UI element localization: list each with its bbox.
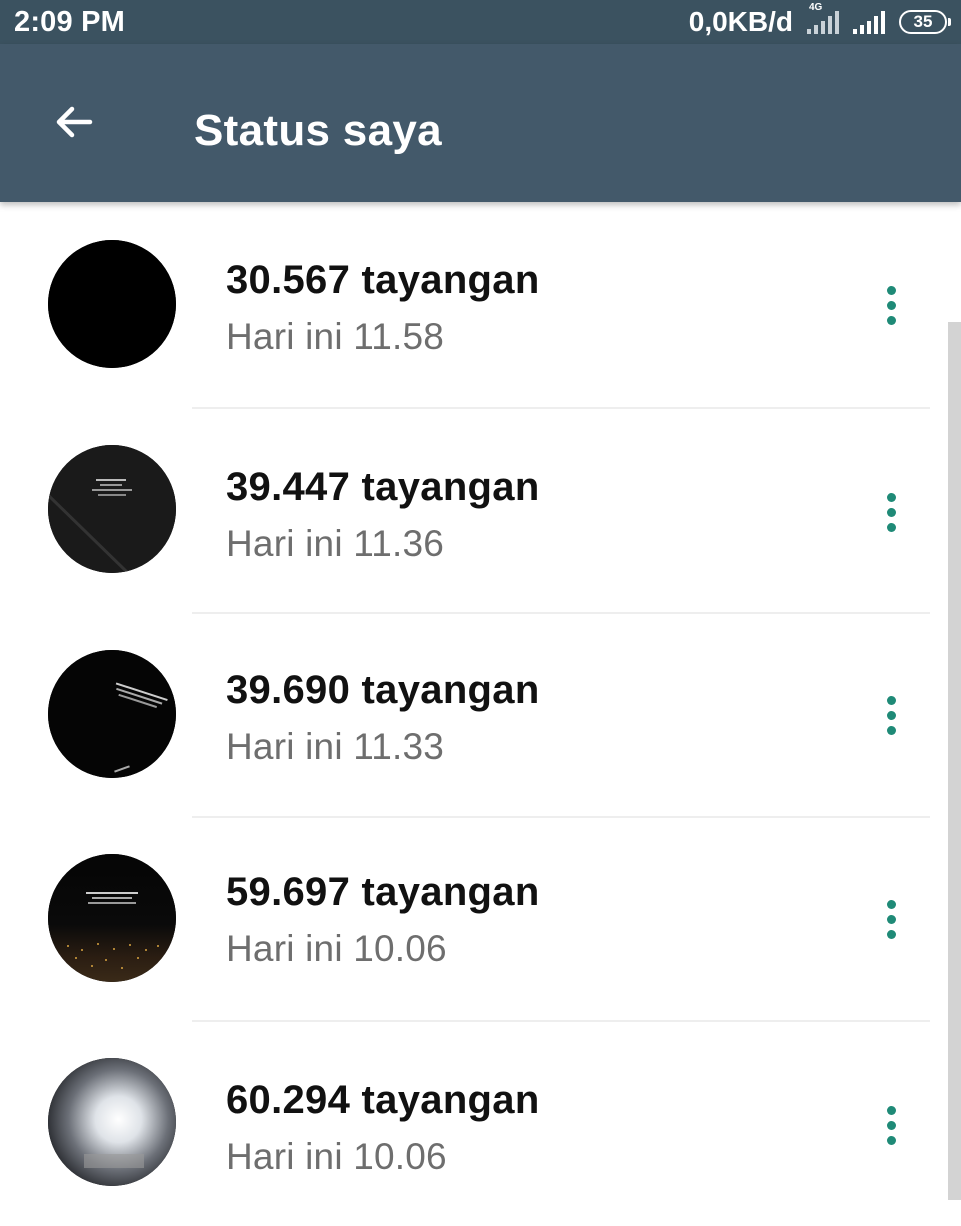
page-title: Status saya [194, 106, 442, 155]
status-time: Hari ini 10.06 [226, 928, 447, 969]
more-options-icon[interactable] [874, 684, 908, 746]
status-time: Hari ini 11.36 [226, 523, 445, 564]
signal-4g-label: 4G [809, 2, 823, 13]
status-thumbnail [48, 445, 176, 573]
status-bar-indicators: 0,0KB/d 4G 35 [688, 2, 951, 39]
status-item[interactable]: 59.697 tayangan Hari ini 10.06 [0, 818, 961, 1022]
view-count: 39.690 tayangan [226, 668, 540, 712]
more-options-icon[interactable] [874, 1094, 908, 1156]
status-thumbnail [48, 650, 176, 778]
status-time: Hari ini 11.33 [226, 726, 445, 767]
status-item[interactable]: 39.447 tayangan Hari ini 11.36 [0, 409, 961, 613]
view-count: 30.567 tayangan [226, 258, 540, 302]
signal-icon [853, 10, 885, 34]
signal-4g-icon: 4G [807, 2, 839, 34]
more-options-icon[interactable] [874, 274, 908, 336]
more-options-icon[interactable] [874, 481, 908, 543]
status-bar-time: 2:09 PM [14, 6, 125, 38]
network-speed: 0,0KB/d [688, 6, 793, 37]
status-item[interactable]: 39.690 tayangan Hari ini 11.33 [0, 614, 961, 818]
status-thumbnail [48, 240, 176, 368]
back-arrow-icon[interactable] [50, 98, 98, 146]
view-count: 59.697 tayangan [226, 870, 540, 914]
status-thumbnail [48, 854, 176, 982]
status-thumbnail [48, 1058, 176, 1186]
scrollbar[interactable] [948, 322, 961, 1200]
battery-icon: 35 [899, 10, 951, 34]
app-bar: Status saya [0, 44, 961, 202]
status-time: Hari ini 10.06 [226, 1136, 447, 1177]
view-count: 39.447 tayangan [226, 465, 540, 509]
status-bar: 2:09 PM 0,0KB/d 4G 35 [0, 0, 961, 44]
status-item[interactable]: 60.294 tayangan Hari ini 10.06 [0, 1022, 961, 1226]
status-time: Hari ini 11.58 [226, 316, 445, 357]
view-count: 60.294 tayangan [226, 1078, 540, 1122]
battery-level: 35 [913, 12, 933, 31]
more-options-icon[interactable] [874, 888, 908, 950]
status-item[interactable]: 30.567 tayangan Hari ini 11.58 [0, 202, 961, 406]
